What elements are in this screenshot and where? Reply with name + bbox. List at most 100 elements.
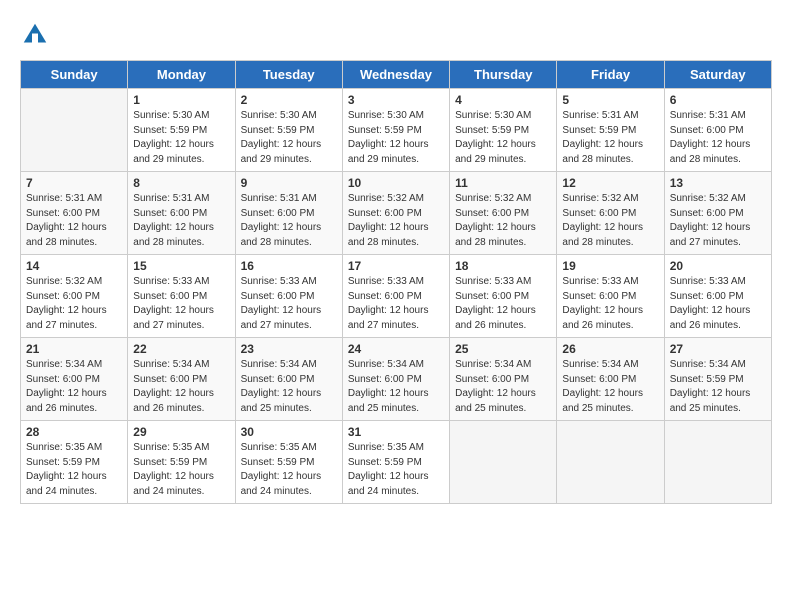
header-sunday: Sunday (21, 61, 128, 89)
calendar-cell: 24Sunrise: 5:34 AM Sunset: 6:00 PM Dayli… (342, 338, 449, 421)
day-number: 31 (348, 425, 444, 439)
day-number: 2 (241, 93, 337, 107)
day-number: 29 (133, 425, 229, 439)
day-info: Sunrise: 5:33 AM Sunset: 6:00 PM Dayligh… (348, 275, 444, 333)
day-number: 27 (670, 342, 766, 356)
day-number: 15 (133, 259, 229, 273)
day-number: 9 (241, 176, 337, 190)
calendar-cell: 31 Sunrise: 5:35 AM Sunset: 5:59 PM Dayli… (342, 421, 449, 504)
day-number: 8 (133, 176, 229, 190)
day-info: Sunrise: 5:32 AM Sunset: 6:00 PM Dayligh… (455, 192, 551, 250)
day-number: 13 (670, 176, 766, 190)
day-info: Sunrise: 5:34 AM Sunset: 5:59 PM Dayligh… (670, 358, 766, 416)
calendar-cell (450, 421, 557, 504)
day-info: Sunrise: 5:34 AM Sunset: 6:00 PM Dayligh… (455, 358, 551, 416)
week-row-4: 21 Sunrise: 5:34 AM Sunset: 6:00 PM Dayli… (21, 338, 772, 421)
calendar-cell: 27 Sunrise: 5:34 AM Sunset: 5:59 PM Dayli… (664, 338, 771, 421)
calendar-cell: 1 Sunrise: 5:30 AM Sunset: 5:59 PM Daylig… (128, 89, 235, 172)
header-monday: Monday (128, 61, 235, 89)
day-number: 17 (348, 259, 444, 273)
calendar-cell: 23Sunrise: 5:34 AM Sunset: 6:00 PM Dayli… (235, 338, 342, 421)
day-info: Sunrise: 5:33 AM Sunset: 6:00 PM Dayligh… (133, 275, 229, 333)
calendar-cell: 3 Sunrise: 5:30 AM Sunset: 5:59 PM Daylig… (342, 89, 449, 172)
day-info: Sunrise: 5:33 AM Sunset: 6:00 PM Dayligh… (455, 275, 551, 333)
logo-icon (20, 20, 50, 50)
day-info: Sunrise: 5:34 AM Sunset: 6:00 PM Dayligh… (133, 358, 229, 416)
day-number: 12 (562, 176, 658, 190)
day-info: Sunrise: 5:30 AM Sunset: 5:59 PM Dayligh… (455, 109, 551, 167)
day-number: 5 (562, 93, 658, 107)
day-number: 19 (562, 259, 658, 273)
calendar-cell: 15 Sunrise: 5:33 AM Sunset: 6:00 PM Dayli… (128, 255, 235, 338)
day-info: Sunrise: 5:35 AM Sunset: 5:59 PM Dayligh… (26, 441, 122, 499)
day-info: Sunrise: 5:32 AM Sunset: 6:00 PM Dayligh… (348, 192, 444, 250)
day-number: 6 (670, 93, 766, 107)
calendar-cell (21, 89, 128, 172)
day-number: 4 (455, 93, 551, 107)
calendar-cell: 28 Sunrise: 5:35 AM Sunset: 5:59 PM Dayli… (21, 421, 128, 504)
day-number: 18 (455, 259, 551, 273)
day-info: Sunrise: 5:34 AM Sunset: 6:00 PM Dayligh… (26, 358, 122, 416)
day-info: Sunrise: 5:33 AM Sunset: 6:00 PM Dayligh… (562, 275, 658, 333)
calendar-cell: 9 Sunrise: 5:31 AM Sunset: 6:00 PM Daylig… (235, 172, 342, 255)
calendar-cell: 11 Sunrise: 5:32 AM Sunset: 6:00 PM Dayli… (450, 172, 557, 255)
day-number: 21 (26, 342, 122, 356)
day-info: Sunrise: 5:33 AM Sunset: 6:00 PM Dayligh… (241, 275, 337, 333)
header-wednesday: Wednesday (342, 61, 449, 89)
calendar-cell: 19 Sunrise: 5:33 AM Sunset: 6:00 PM Dayli… (557, 255, 664, 338)
day-number: 20 (670, 259, 766, 273)
day-info: Sunrise: 5:31 AM Sunset: 6:00 PM Dayligh… (133, 192, 229, 250)
day-info: Sunrise: 5:35 AM Sunset: 5:59 PM Dayligh… (241, 441, 337, 499)
calendar-table: SundayMondayTuesdayWednesdayThursdayFrid… (20, 60, 772, 504)
calendar-cell: 17 Sunrise: 5:33 AM Sunset: 6:00 PM Dayli… (342, 255, 449, 338)
day-info: Sunrise: 5:31 AM Sunset: 6:00 PM Dayligh… (241, 192, 337, 250)
calendar-cell: 29 Sunrise: 5:35 AM Sunset: 5:59 PM Dayli… (128, 421, 235, 504)
header-row: SundayMondayTuesdayWednesdayThursdayFrid… (21, 61, 772, 89)
calendar-cell: 6 Sunrise: 5:31 AM Sunset: 6:00 PM Daylig… (664, 89, 771, 172)
day-info: Sunrise: 5:34 AM Sunset: 6:00 PM Dayligh… (562, 358, 658, 416)
calendar-cell: 13Sunrise: 5:32 AM Sunset: 6:00 PM Dayli… (664, 172, 771, 255)
calendar-cell: 25 Sunrise: 5:34 AM Sunset: 6:00 PM Dayli… (450, 338, 557, 421)
calendar-cell: 2 Sunrise: 5:30 AM Sunset: 5:59 PM Daylig… (235, 89, 342, 172)
day-number: 14 (26, 259, 122, 273)
day-info: Sunrise: 5:31 AM Sunset: 6:00 PM Dayligh… (26, 192, 122, 250)
day-info: Sunrise: 5:34 AM Sunset: 6:00 PM Dayligh… (241, 358, 337, 416)
calendar-cell (664, 421, 771, 504)
week-row-3: 14Sunrise: 5:32 AM Sunset: 6:00 PM Dayli… (21, 255, 772, 338)
day-info: Sunrise: 5:30 AM Sunset: 5:59 PM Dayligh… (348, 109, 444, 167)
day-number: 3 (348, 93, 444, 107)
page-header (20, 20, 772, 50)
day-info: Sunrise: 5:30 AM Sunset: 5:59 PM Dayligh… (133, 109, 229, 167)
day-info: Sunrise: 5:32 AM Sunset: 6:00 PM Dayligh… (562, 192, 658, 250)
calendar-cell: 18 Sunrise: 5:33 AM Sunset: 6:00 PM Dayli… (450, 255, 557, 338)
calendar-cell: 26Sunrise: 5:34 AM Sunset: 6:00 PM Dayli… (557, 338, 664, 421)
header-thursday: Thursday (450, 61, 557, 89)
day-number: 16 (241, 259, 337, 273)
logo (20, 20, 54, 50)
week-row-2: 7Sunrise: 5:31 AM Sunset: 6:00 PM Daylig… (21, 172, 772, 255)
calendar-cell: 16 Sunrise: 5:33 AM Sunset: 6:00 PM Dayli… (235, 255, 342, 338)
day-number: 10 (348, 176, 444, 190)
day-info: Sunrise: 5:30 AM Sunset: 5:59 PM Dayligh… (241, 109, 337, 167)
day-number: 25 (455, 342, 551, 356)
day-number: 30 (241, 425, 337, 439)
day-number: 1 (133, 93, 229, 107)
day-info: Sunrise: 5:31 AM Sunset: 6:00 PM Dayligh… (670, 109, 766, 167)
day-number: 22 (133, 342, 229, 356)
calendar-cell: 20 Sunrise: 5:33 AM Sunset: 6:00 PM Dayli… (664, 255, 771, 338)
day-info: Sunrise: 5:31 AM Sunset: 5:59 PM Dayligh… (562, 109, 658, 167)
calendar-cell: 10 Sunrise: 5:32 AM Sunset: 6:00 PM Dayli… (342, 172, 449, 255)
day-info: Sunrise: 5:33 AM Sunset: 6:00 PM Dayligh… (670, 275, 766, 333)
day-number: 11 (455, 176, 551, 190)
header-friday: Friday (557, 61, 664, 89)
day-number: 28 (26, 425, 122, 439)
calendar-cell: 14Sunrise: 5:32 AM Sunset: 6:00 PM Dayli… (21, 255, 128, 338)
header-saturday: Saturday (664, 61, 771, 89)
day-info: Sunrise: 5:35 AM Sunset: 5:59 PM Dayligh… (133, 441, 229, 499)
day-info: Sunrise: 5:34 AM Sunset: 6:00 PM Dayligh… (348, 358, 444, 416)
day-info: Sunrise: 5:35 AM Sunset: 5:59 PM Dayligh… (348, 441, 444, 499)
week-row-5: 28 Sunrise: 5:35 AM Sunset: 5:59 PM Dayli… (21, 421, 772, 504)
calendar-cell: 21 Sunrise: 5:34 AM Sunset: 6:00 PM Dayli… (21, 338, 128, 421)
calendar-cell: 7Sunrise: 5:31 AM Sunset: 6:00 PM Daylig… (21, 172, 128, 255)
calendar-cell: 12 Sunrise: 5:32 AM Sunset: 6:00 PM Dayli… (557, 172, 664, 255)
